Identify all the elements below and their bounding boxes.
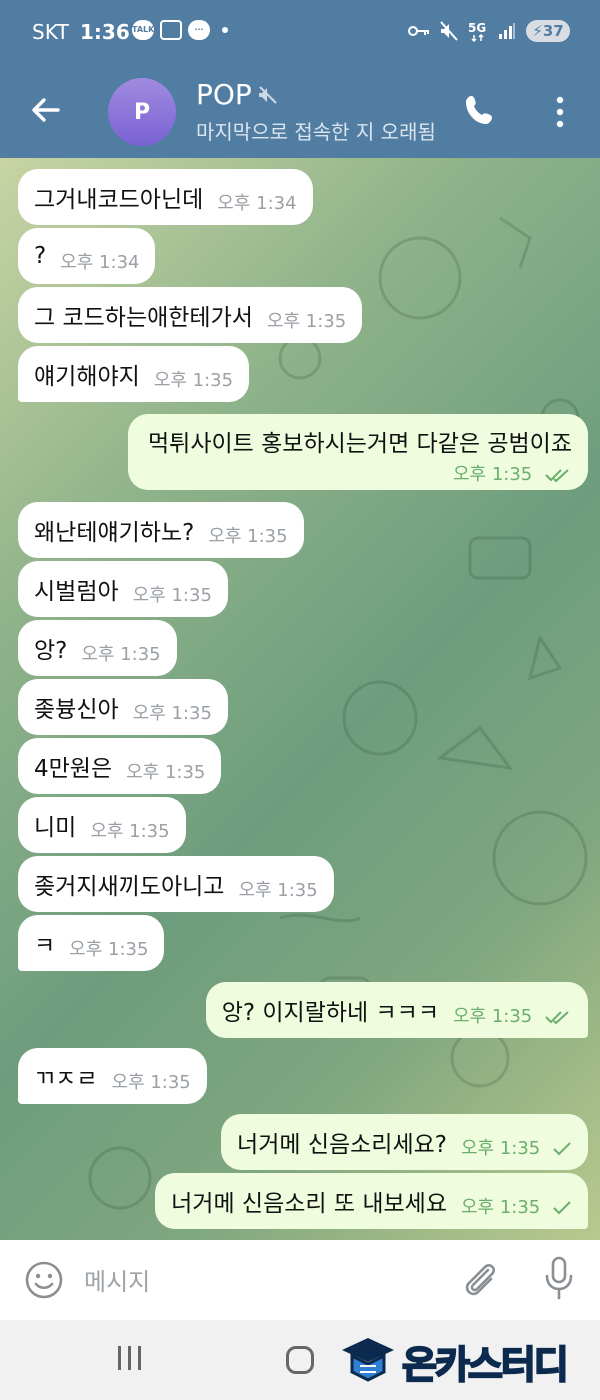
message-meta: 오후 1:35: [453, 1002, 572, 1028]
message-time: 오후 1:34: [60, 252, 140, 273]
message-bubble-incoming[interactable]: 좆븅신아 오후 1:35: [18, 679, 228, 735]
message-time: 오후 1:35: [461, 1197, 541, 1218]
message-text: 왜난테얘기하노?: [34, 520, 195, 546]
home-button[interactable]: [286, 1346, 314, 1374]
message-bubble-incoming[interactable]: 4만원은 오후 1:35: [18, 738, 222, 794]
battery-level: 37: [542, 22, 564, 40]
microphone-icon[interactable]: [544, 1256, 574, 1302]
message-time: 오후 1:35: [461, 1138, 541, 1159]
carrier: SKT: [32, 20, 70, 44]
message-text: 그 코드하는애한테가서: [34, 305, 253, 331]
message-time: 오후 1:35: [90, 821, 170, 842]
message-time: 오후 1:35: [126, 762, 206, 783]
recent-apps-button[interactable]: [118, 1346, 141, 1370]
message-time: 오후 1:35: [132, 703, 212, 724]
message-bubble-incoming[interactable]: 앙? 오후 1:35: [18, 620, 177, 676]
message-bubble-outgoing[interactable]: 앙? 이지랄하네 ㅋㅋㅋ 오후 1:35: [205, 982, 588, 1038]
message-bubble-incoming[interactable]: 시벌럼아 오후 1:35: [18, 561, 228, 617]
battery-indicator: ⚡ 37: [526, 20, 570, 42]
message-time: 오후 1:35: [153, 370, 234, 391]
message-time: 오후 1:35: [69, 939, 149, 960]
attach-icon[interactable]: [460, 1258, 500, 1302]
notification-icons: TALK ···: [132, 20, 228, 40]
message-text: 먹튀사이트 홍보하시는거면 다같은 공범이죠: [148, 431, 572, 457]
message-text: 그거내코드아닌데: [34, 187, 204, 213]
message-text: 앙? 이지랄하네 ㅋㅋㅋ: [221, 1000, 439, 1026]
message-text: 너거메 신음소리 또 내보세요: [171, 1191, 447, 1217]
clock: 1:36: [80, 20, 130, 44]
notification-dot-icon: [222, 27, 228, 33]
message-text: 4만원은: [34, 756, 113, 782]
message-text: 좆거지새끼도아니고: [34, 874, 225, 900]
message-time: 오후 1:35: [238, 880, 318, 901]
message-bubble-incoming[interactable]: 그거내코드아닌데 오후 1:34: [18, 169, 313, 225]
message-time: 오후 1:35: [111, 1072, 191, 1093]
message-bubble-outgoing[interactable]: 먹튀사이트 홍보하시는거면 다같은 공범이죠 오후 1:35: [128, 414, 588, 490]
contact-name: POP: [196, 78, 252, 111]
message-text: 앙?: [34, 638, 68, 664]
screenshot-icon: [160, 20, 182, 40]
message-composer: 메시지: [0, 1240, 600, 1320]
system-navigation-bar: 온카스터디: [0, 1320, 600, 1400]
mute-icon: [440, 21, 458, 41]
top-bar: SKT 1:36 TALK ··· 5G ⚡ 37 P POP 마지막으로 접속한…: [0, 0, 600, 158]
more-options-icon[interactable]: [548, 92, 572, 132]
phone-icon[interactable]: [462, 92, 498, 128]
message-time: 오후 1:34: [217, 193, 297, 214]
message-text: ?: [34, 243, 47, 269]
message-bubble-outgoing[interactable]: 너거메 신음소리 또 내보세요 오후 1:35: [155, 1173, 588, 1229]
status-right: 5G ⚡ 37: [408, 20, 570, 42]
signal-icon: [499, 23, 515, 39]
chat-icon: ···: [188, 20, 210, 40]
message-meta: 오후 1:35: [461, 1193, 572, 1219]
double-check-icon: [545, 1011, 569, 1025]
message-time: 오후 1:35: [266, 311, 347, 332]
message-bubble-incoming[interactable]: 왜난테얘기하노? 오후 1:35: [18, 502, 304, 558]
message-meta: 오후 1:35: [461, 1134, 572, 1160]
key-icon: [408, 26, 429, 36]
message-bubble-incoming[interactable]: ㅋ 오후 1:35: [18, 915, 165, 971]
message-text: 얘기해야지: [34, 364, 140, 390]
message-text: 좆븅신아: [34, 697, 119, 723]
message-time: 오후 1:35: [453, 1006, 533, 1027]
message-bubble-outgoing[interactable]: 너거메 신음소리세요? 오후 1:35: [221, 1114, 588, 1170]
message-bubble-incoming[interactable]: 좆거지새끼도아니고 오후 1:35: [18, 856, 334, 912]
talk-icon: TALK: [132, 20, 154, 40]
message-input[interactable]: 메시지: [84, 1262, 150, 1297]
avatar-letter: P: [133, 99, 151, 125]
message-time: 오후 1:35: [208, 526, 288, 547]
watermark-text: 온카스터디: [401, 1342, 570, 1388]
muted-icon: [258, 85, 277, 104]
message-bubble-incoming[interactable]: ? 오후 1:34: [18, 228, 156, 284]
watermark: 온카스터디: [340, 1334, 570, 1389]
message-bubble-incoming[interactable]: ㄲㅈㄹ 오후 1:35: [18, 1048, 207, 1104]
message-time: 오후 1:35: [453, 464, 533, 485]
back-arrow-icon[interactable]: [28, 92, 64, 128]
last-seen-status: 마지막으로 접속한 지 오래됨: [196, 120, 436, 144]
emoji-icon[interactable]: [24, 1260, 64, 1300]
single-check-icon: [553, 1201, 571, 1215]
message-time: 오후 1:35: [132, 585, 212, 606]
svg-text:5G: 5G: [468, 21, 486, 35]
message-text: 너거메 신음소리세요?: [237, 1132, 447, 1158]
message-text: 시벌럼아: [34, 579, 119, 605]
5g-icon: 5G: [468, 21, 486, 42]
avatar[interactable]: P: [108, 78, 176, 146]
single-check-icon: [553, 1142, 571, 1156]
message-meta: 오후 1:35: [148, 460, 572, 486]
graduation-cap-logo-icon: [342, 1337, 394, 1382]
double-check-icon: [545, 469, 569, 483]
chat-title[interactable]: POP: [196, 78, 278, 111]
message-bubble-incoming[interactable]: 니미 오후 1:35: [18, 797, 186, 853]
message-bubble-incoming[interactable]: 그 코드하는애한테가서 오후 1:35: [18, 287, 363, 343]
status-bar: SKT 1:36 TALK ··· 5G ⚡ 37: [0, 0, 600, 66]
message-bubble-incoming[interactable]: 얘기해야지 오후 1:35: [18, 346, 250, 402]
message-text: ㅋ: [34, 933, 56, 959]
chat-header: P POP 마지막으로 접속한 지 오래됨: [0, 66, 600, 158]
message-time: 오후 1:35: [81, 644, 161, 665]
message-list[interactable]: 그거내코드아닌데 오후 1:34 ? 오후 1:34 그 코드하는애한테가서 오…: [0, 158, 600, 1240]
message-text: ㄲㅈㄹ: [34, 1066, 98, 1092]
message-text: 니미: [34, 815, 77, 841]
